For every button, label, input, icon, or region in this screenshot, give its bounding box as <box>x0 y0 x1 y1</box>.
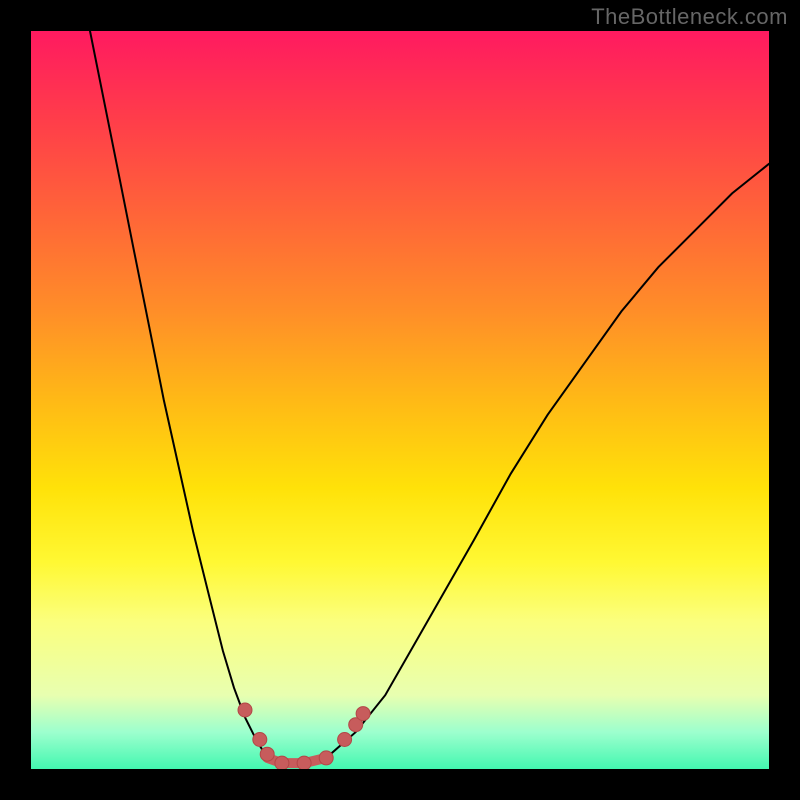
marker-dot <box>260 747 274 761</box>
watermark-text: TheBottleneck.com <box>591 4 788 30</box>
bottleneck-curve <box>90 31 769 763</box>
marker-group <box>238 703 370 769</box>
marker-dot <box>338 733 352 747</box>
chart-stage: TheBottleneck.com <box>0 0 800 800</box>
plot-area <box>31 31 769 769</box>
marker-dot <box>297 756 311 769</box>
curve-layer <box>31 31 769 769</box>
marker-dot <box>253 733 267 747</box>
marker-dot <box>356 707 370 721</box>
marker-dot <box>275 756 289 769</box>
marker-dot <box>319 751 333 765</box>
marker-dot <box>238 703 252 717</box>
